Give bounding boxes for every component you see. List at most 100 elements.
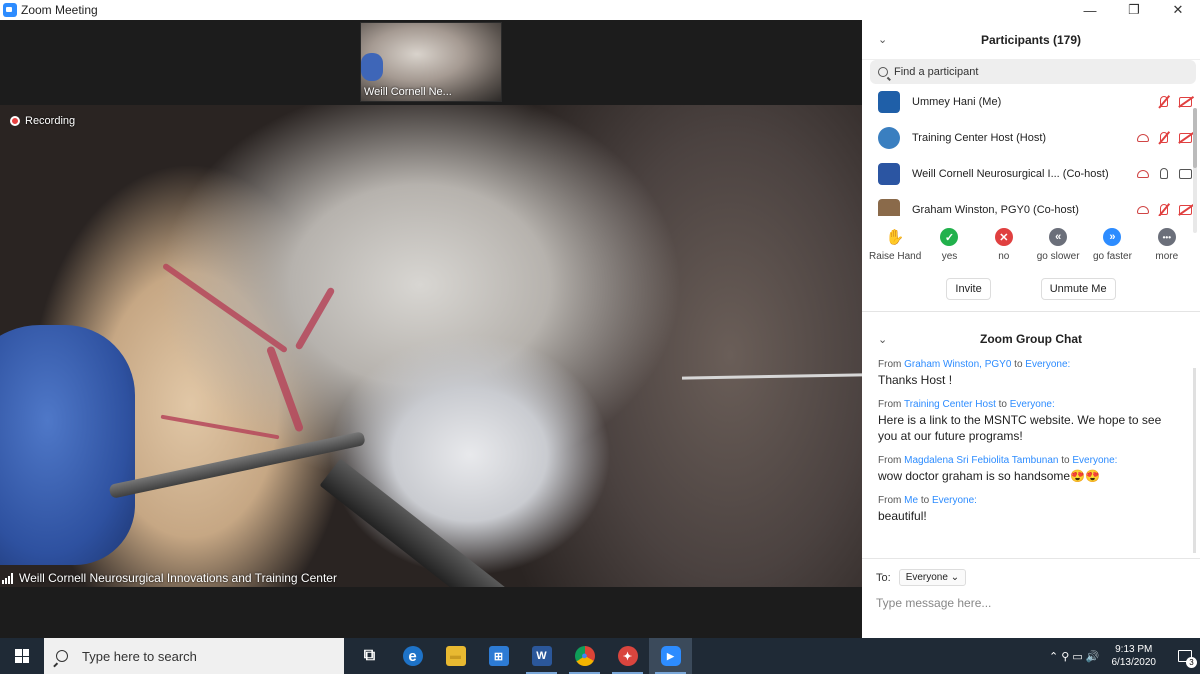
message-text: Here is a link to the MSNTC website. We … bbox=[878, 413, 1162, 443]
message-text: beautiful! bbox=[878, 509, 927, 523]
minimize-button[interactable]: — bbox=[1068, 0, 1112, 20]
participant-row[interactable]: Training Center Host (Host) bbox=[862, 120, 1200, 156]
cloud-icon bbox=[1137, 133, 1149, 142]
chat-message: From Magdalena Sri Febiolita Tambunan to… bbox=[878, 454, 1182, 484]
video-off-icon bbox=[1179, 96, 1192, 107]
zoom-app-button[interactable]: ▶ bbox=[649, 638, 692, 674]
reaction-go-slower-button[interactable]: « go slower bbox=[1032, 224, 1084, 278]
collapse-chat-chevron-icon[interactable]: ⌄ bbox=[878, 333, 887, 346]
participant-row[interactable]: Graham Winston, PGY0 (Co-host) bbox=[862, 192, 1200, 216]
chat-message: From Me to Everyone: beautiful! bbox=[878, 494, 1182, 524]
title-bar: Zoom Meeting — ❐ ✕ bbox=[0, 0, 1200, 20]
thumbnail-label: Weill Cornell Ne... bbox=[364, 86, 452, 98]
task-view-button[interactable]: ⧉ bbox=[348, 638, 391, 674]
participants-header: ⌄ Participants (179) bbox=[862, 20, 1200, 60]
more-icon: ••• bbox=[1157, 228, 1176, 246]
clock[interactable]: 9:13 PM 6/13/2020 bbox=[1112, 643, 1157, 669]
collapse-participants-chevron-icon[interactable]: ⌄ bbox=[878, 33, 887, 46]
recipient-select[interactable]: Everyone ⌄ bbox=[898, 569, 967, 586]
word-app-button[interactable]: W bbox=[520, 638, 563, 674]
reaction-more-button[interactable]: ••• more bbox=[1141, 224, 1193, 278]
edge-app-button[interactable]: e bbox=[391, 638, 434, 674]
sender-link[interactable]: Me bbox=[904, 495, 918, 506]
start-button[interactable] bbox=[0, 638, 44, 674]
tray-icons[interactable]: ⌃ ⚲ ▭ 🔊 bbox=[1049, 650, 1100, 663]
clock-time: 9:13 PM bbox=[1115, 644, 1153, 655]
wire-image bbox=[681, 373, 862, 380]
retractor-tool-image bbox=[319, 458, 522, 587]
notification-button[interactable]: 3 bbox=[1170, 638, 1200, 674]
edge-icon: e bbox=[402, 646, 423, 666]
message-sender-line: From Me to Everyone: bbox=[878, 495, 977, 506]
avatar bbox=[878, 91, 900, 113]
main-video[interactable]: Recording Weill Cornell Neurosurgical In… bbox=[0, 105, 862, 587]
participants-scrollbar[interactable] bbox=[1193, 108, 1197, 233]
chat-composer: To: Everyone ⌄ Type message here... bbox=[862, 558, 1200, 638]
reaction-label: Raise Hand bbox=[869, 251, 922, 262]
reaction-bar: ✋ Raise Hand ✓ yes ✕ no « go slower » go… bbox=[862, 216, 1200, 278]
window-title: Zoom Meeting bbox=[21, 3, 98, 17]
unmute-me-button[interactable]: Unmute Me bbox=[1040, 278, 1116, 300]
vessel-shape bbox=[160, 414, 280, 440]
speaker-namebar: Weill Cornell Neurosurgical Innovations … bbox=[2, 571, 337, 585]
sender-link[interactable]: Magdalena Sri Febiolita Tambunan bbox=[904, 455, 1058, 466]
taskbar-search-placeholder: Type here to search bbox=[82, 648, 197, 664]
reaction-yes-button[interactable]: ✓ yes bbox=[923, 224, 975, 278]
reaction-go-faster-button[interactable]: » go faster bbox=[1086, 224, 1138, 278]
chat-messages: From Graham Winston, PGY0 to Everyone: T… bbox=[862, 358, 1200, 553]
reaction-label: more bbox=[1155, 251, 1179, 262]
avatar bbox=[878, 199, 900, 216]
participants-title: Participants (179) bbox=[980, 32, 1082, 47]
recipient-link[interactable]: Everyone: bbox=[1010, 399, 1055, 410]
recipient-link[interactable]: Everyone: bbox=[1072, 455, 1117, 466]
sender-link[interactable]: Training Center Host bbox=[904, 399, 996, 410]
video-icon bbox=[1179, 168, 1192, 179]
recipient-link[interactable]: Everyone: bbox=[1025, 359, 1070, 370]
chrome-icon: ● bbox=[574, 646, 595, 666]
participant-row[interactable]: Weill Cornell Neurosurgical I... (Co-hos… bbox=[862, 156, 1200, 192]
taskbar-apps: ⧉ e ▬ ⊞ W ● ✦ ▶ bbox=[348, 638, 692, 674]
store-icon: ⊞ bbox=[488, 646, 509, 666]
participant-search-placeholder: Find a participant bbox=[894, 66, 979, 78]
to-label: To: bbox=[876, 571, 891, 584]
reaction-label: yes bbox=[941, 251, 958, 262]
windows-logo-icon bbox=[15, 649, 29, 663]
chat-message: From Training Center Host to Everyone: H… bbox=[878, 398, 1182, 444]
reaction-label: go slower bbox=[1036, 251, 1080, 262]
sender-link[interactable]: Graham Winston, PGY0 bbox=[904, 359, 1011, 370]
zoom-icon: ▶ bbox=[660, 646, 681, 666]
word-icon: W bbox=[531, 646, 552, 666]
app-icon: ✦ bbox=[617, 646, 638, 666]
recording-label: Recording bbox=[25, 115, 76, 127]
mic-muted-icon bbox=[1160, 96, 1168, 107]
close-button[interactable]: ✕ bbox=[1156, 0, 1200, 20]
taskbar-search-input[interactable]: Type here to search bbox=[44, 638, 344, 674]
chat-message-input[interactable]: Type message here... bbox=[876, 596, 1200, 610]
clock-date: 6/13/2020 bbox=[1111, 657, 1157, 668]
video-thumbnail[interactable]: Weill Cornell Ne... bbox=[360, 22, 502, 102]
store-app-button[interactable]: ⊞ bbox=[477, 638, 520, 674]
thumbnail-glove-image bbox=[361, 53, 383, 81]
participant-search-input[interactable]: Find a participant bbox=[870, 60, 1196, 84]
vessel-shape bbox=[265, 345, 305, 433]
app-button[interactable]: ✦ bbox=[606, 638, 649, 674]
reaction-raise-hand-button[interactable]: ✋ Raise Hand bbox=[869, 224, 921, 278]
reaction-no-button[interactable]: ✕ no bbox=[978, 224, 1030, 278]
message-sender-line: From Training Center Host to Everyone: bbox=[878, 399, 1055, 410]
maximize-button[interactable]: ❐ bbox=[1112, 0, 1156, 20]
invite-button[interactable]: Invite bbox=[946, 278, 991, 300]
avatar bbox=[878, 163, 900, 185]
message-sender-line: From Magdalena Sri Febiolita Tambunan to… bbox=[878, 455, 1118, 466]
chat-scrollbar[interactable] bbox=[1193, 368, 1196, 553]
check-icon: ✓ bbox=[940, 228, 959, 246]
video-off-icon bbox=[1179, 132, 1192, 143]
recording-indicator: Recording bbox=[10, 115, 75, 127]
message-text: wow doctor graham is so handsome😍😍 bbox=[878, 469, 1100, 483]
file-explorer-app-button[interactable]: ▬ bbox=[434, 638, 477, 674]
chrome-app-button[interactable]: ● bbox=[563, 638, 606, 674]
participant-row[interactable]: Ummey Hani (Me) bbox=[862, 84, 1200, 120]
video-off-icon bbox=[1179, 204, 1192, 215]
recipient-line: To: Everyone ⌄ bbox=[876, 569, 1200, 586]
recipient-link[interactable]: Everyone: bbox=[932, 495, 977, 506]
mic-muted-icon bbox=[1160, 132, 1168, 143]
